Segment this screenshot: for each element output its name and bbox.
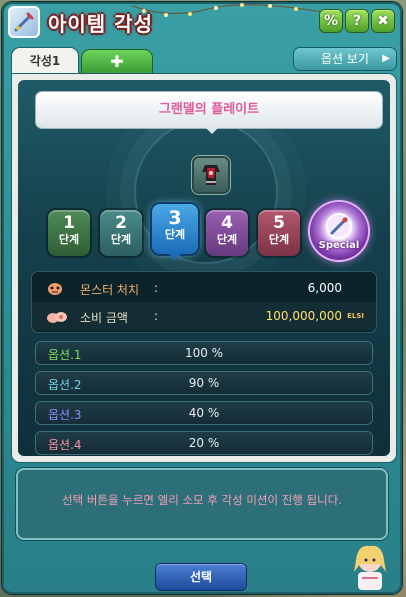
description-text: 선택 버튼을 누르면 엘리 소모 후 각성 미션이 진행 됩니다. [62,493,342,507]
currency-icon: ELSI [347,312,364,320]
stage-unit: 단계 [268,233,290,246]
percent-icon: % [323,13,339,29]
stage-unit: 단계 [58,233,80,246]
stage-5-button[interactable]: 5 단계 [258,210,300,256]
awakening-content: 그랜델의 플레이트 1 단계 2 단계 3 단계 4 단계 5 단계 Speci… [18,80,390,456]
special-label: Special [318,240,360,251]
cost-row: 소비 금액 : 100,000,000 ELSI [32,302,376,330]
option-row-1: 옵션.1 100 % [36,342,372,364]
character-portrait-decoration [354,545,386,590]
view-options-button[interactable]: 옵션 보기 ▶ [294,48,396,70]
item-name: 그랜델의 플레이트 [158,102,260,117]
awakening-app-icon [8,6,40,38]
stage-unit: 단계 [164,228,186,241]
stage-4-button[interactable]: 4 단계 [206,210,248,256]
close-icon: ✖ [377,13,389,29]
option-percent: 100 % [184,346,224,360]
view-options-label: 옵션 보기 [321,52,369,66]
plus-icon: ✚ [110,52,124,71]
separator: : [154,281,159,295]
separator: : [154,309,159,323]
add-tab-button[interactable]: ✚ [82,50,152,74]
cost-label: 소비 금액 [80,311,128,325]
tab-awakening-1[interactable]: 각성1 [12,48,78,74]
monster-kill-label: 몬스터 처치 [80,283,140,297]
armor-item-icon [202,165,220,185]
stage-unit: 단계 [110,233,132,246]
monster-kill-row: 몬스터 처치 : 6,000 [32,274,376,302]
close-button[interactable]: ✖ [372,10,394,32]
option-percent: 40 % [188,406,220,420]
string-lights-decoration [132,3,322,17]
stage-number: 4 [221,213,233,233]
option-row-3: 옵션.3 40 % [36,402,372,424]
stage-number: 2 [115,213,127,233]
option-row-2: 옵션.2 90 % [36,372,372,394]
option-percent: 20 % [188,436,220,450]
help-button[interactable]: ? [346,10,368,32]
title-bar[interactable]: 아이템 각성 % ? ✖ [2,2,402,42]
percent-button[interactable]: % [320,10,342,32]
description-box: 선택 버튼을 누르면 엘리 소모 후 각성 미션이 진행 됩니다. [16,468,388,540]
stage-number: 1 [63,213,75,233]
money-pouch-icon [47,312,67,323]
special-stage-button[interactable]: Special [310,202,368,260]
special-crystal-icon [326,213,352,239]
selected-stage-pointer [169,254,181,260]
main-panel: 그랜델의 플레이트 1 단계 2 단계 3 단계 4 단계 5 단계 Speci… [12,74,396,462]
monster-icon [48,283,62,295]
stage-unit: 단계 [216,233,238,246]
item-name-bar: 그랜델의 플레이트 [36,92,382,128]
help-icon: ? [352,13,362,29]
option-percent: 90 % [188,376,220,390]
item-name-bar-pointer [204,126,220,134]
monster-kill-value: 6,000 [307,281,342,295]
option-row-4: 옵션.4 20 % [36,432,372,454]
triangle-right-icon: ▶ [382,53,390,64]
stage-number: 3 [168,207,182,229]
stage-2-button[interactable]: 2 단계 [100,210,142,256]
stage-number: 5 [273,213,285,233]
select-button[interactable]: 선택 [156,564,246,590]
cost-value: 100,000,000 [265,309,342,323]
stage-1-button[interactable]: 1 단계 [48,210,90,256]
item-slot[interactable] [194,158,228,192]
awakening-window: 아이템 각성 % ? ✖ 각성1 ✚ 옵션 보기 ▶ 그랜델의 플레이트 1 단… [2,2,402,594]
requirements-box: 몬스터 처치 : 6,000 소비 금액 : 100,000,000 ELSI [32,272,376,332]
stage-3-button[interactable]: 3 단계 [152,204,198,254]
